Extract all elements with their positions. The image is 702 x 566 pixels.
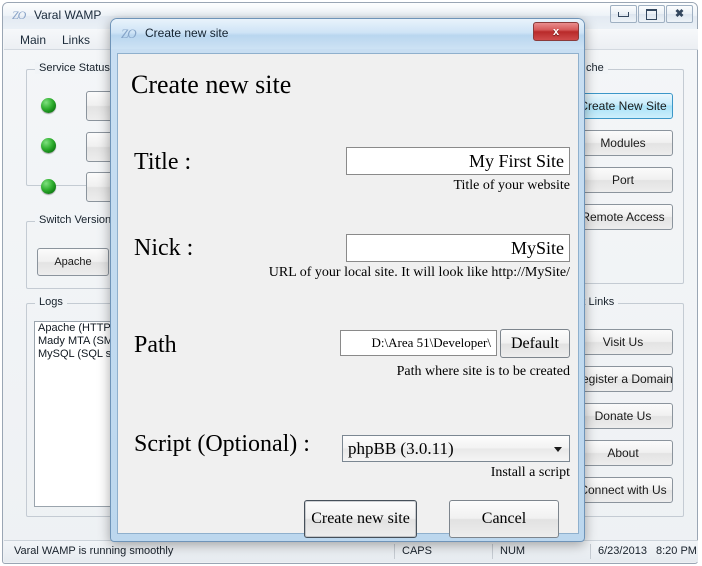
menu-item-links[interactable]: Links bbox=[56, 32, 96, 48]
title-input[interactable]: My First Site bbox=[346, 147, 570, 175]
create-new-site-dialog: ZO Create new site x Create new site Tit… bbox=[110, 18, 585, 542]
nick-field-label: Nick : bbox=[134, 235, 193, 262]
status-time: 8:20 PM bbox=[656, 545, 697, 557]
script-select[interactable]: phpBB (3.0.11) bbox=[342, 435, 570, 462]
window-controls: ✖ bbox=[609, 5, 693, 23]
switch-version-apache-button[interactable]: Apache bbox=[37, 248, 109, 276]
title-field-label: Title : bbox=[134, 149, 191, 176]
status-message: Varal WAMP is running smoothly bbox=[14, 545, 173, 557]
service-status-led-3 bbox=[41, 179, 56, 194]
nick-field-hint: URL of your local site. It will look lik… bbox=[238, 265, 570, 281]
register-domain-button[interactable]: Register a Domain bbox=[573, 366, 673, 392]
service-status-label: Service Status bbox=[35, 62, 114, 74]
menu-item-main[interactable]: Main bbox=[14, 32, 52, 48]
status-bar: Varal WAMP is running smoothly CAPS NUM … bbox=[4, 540, 698, 562]
port-button[interactable]: Port bbox=[573, 167, 673, 193]
status-separator bbox=[492, 544, 493, 559]
script-field-label: Script (Optional) : bbox=[134, 431, 310, 458]
status-date: 6/23/2013 bbox=[598, 545, 647, 557]
chevron-down-icon bbox=[554, 447, 562, 452]
minimize-button[interactable] bbox=[610, 5, 637, 23]
donate-us-button[interactable]: Donate Us bbox=[573, 403, 673, 429]
status-separator bbox=[590, 544, 591, 559]
remote-access-button[interactable]: Remote Access bbox=[573, 204, 673, 230]
dialog-submit-button[interactable]: Create new site bbox=[304, 500, 417, 538]
close-icon: x bbox=[553, 26, 559, 38]
status-num-indicator: NUM bbox=[500, 545, 525, 557]
logs-label: Logs bbox=[35, 296, 67, 308]
title-field-hint: Title of your website bbox=[346, 178, 570, 194]
service-status-led-2 bbox=[41, 138, 56, 153]
dialog-cancel-button[interactable]: Cancel bbox=[449, 500, 559, 538]
maximize-button[interactable] bbox=[638, 5, 665, 23]
screen-root: ZO Varal WAMP ✖ Main Links Service Statu… bbox=[0, 0, 702, 566]
dialog-close-button[interactable]: x bbox=[533, 22, 579, 41]
main-window-title: Varal WAMP bbox=[34, 8, 101, 22]
modules-button[interactable]: Modules bbox=[573, 130, 673, 156]
script-field-hint: Install a script bbox=[370, 465, 570, 481]
status-separator bbox=[394, 544, 395, 559]
minimize-icon bbox=[618, 12, 629, 17]
create-new-site-button[interactable]: Create New Site bbox=[573, 93, 673, 119]
dialog-heading: Create new site bbox=[131, 70, 291, 100]
app-logo-icon: ZO bbox=[12, 8, 25, 23]
path-field-label: Path bbox=[134, 332, 177, 359]
status-caps-indicator: CAPS bbox=[402, 545, 432, 557]
close-button[interactable]: ✖ bbox=[666, 5, 693, 23]
dialog-title: Create new site bbox=[145, 26, 228, 40]
dialog-titlebar[interactable]: ZO Create new site x bbox=[111, 19, 584, 49]
dialog-body: Create new site Title : My First Site Ti… bbox=[117, 53, 579, 534]
maximize-icon bbox=[646, 9, 657, 20]
close-icon: ✖ bbox=[675, 9, 684, 20]
dialog-logo-icon: ZO bbox=[121, 26, 136, 42]
switch-version-label: Switch Version bbox=[35, 214, 115, 226]
path-field-hint: Path where site is to be created bbox=[278, 364, 570, 380]
about-button[interactable]: About bbox=[573, 440, 673, 466]
path-default-button[interactable]: Default bbox=[500, 329, 570, 358]
script-select-value: phpBB (3.0.11) bbox=[348, 439, 454, 458]
path-input[interactable]: D:\Area 51\Developer\ bbox=[340, 330, 497, 356]
service-status-led-1 bbox=[41, 98, 56, 113]
apache-group-label: che bbox=[582, 62, 608, 74]
visit-us-button[interactable]: Visit Us bbox=[573, 329, 673, 355]
nick-input[interactable]: MySite bbox=[346, 234, 570, 262]
connect-with-us-button[interactable]: Connect with Us bbox=[573, 477, 673, 503]
